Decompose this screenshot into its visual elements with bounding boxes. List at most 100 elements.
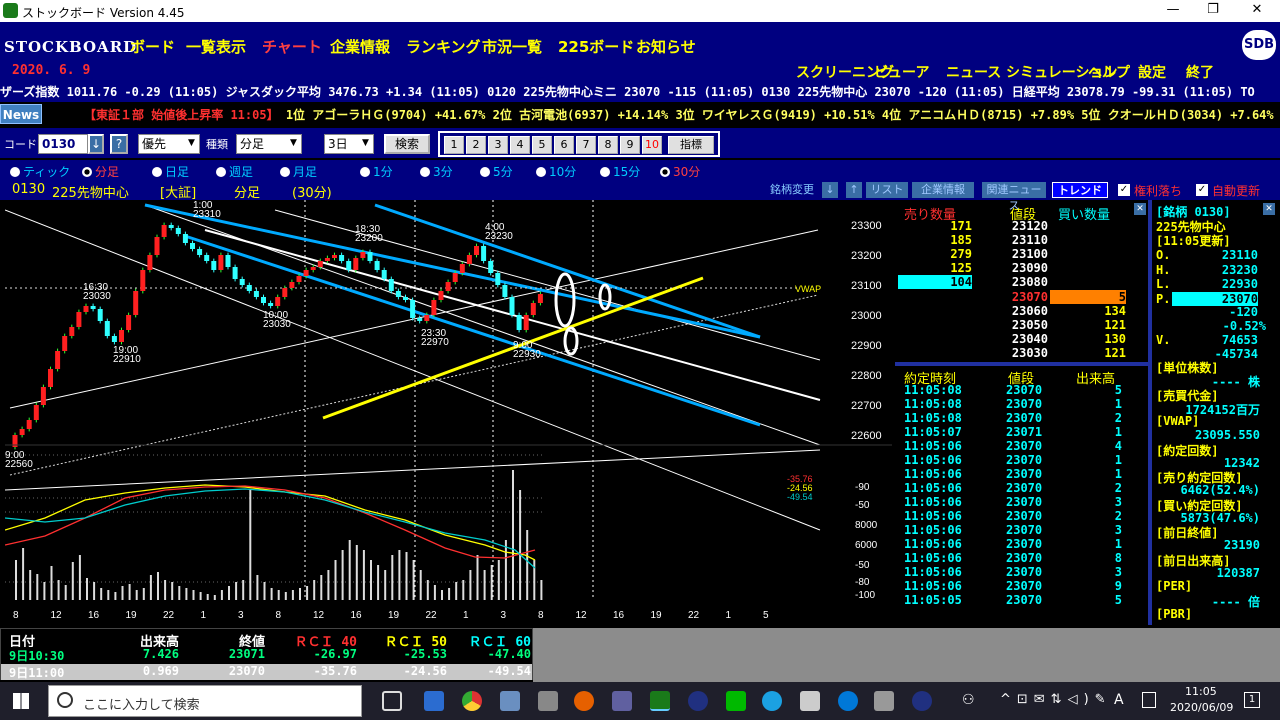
app-icon-1[interactable]	[500, 691, 520, 711]
radio-5[interactable]: 1分	[360, 163, 393, 180]
trade-volume: 1	[1114, 453, 1122, 467]
adjust-checkbox[interactable]: ✓	[1118, 184, 1130, 196]
auto-update-checkbox[interactable]: ✓	[1196, 184, 1208, 196]
menu-item-5[interactable]: 市況一覧	[482, 36, 542, 57]
stockboard-icon[interactable]	[650, 691, 670, 711]
radio-6[interactable]: 3分	[420, 163, 453, 180]
menu-item-1[interactable]: 一覧表示	[186, 36, 246, 57]
trade-price: 23070	[1006, 495, 1043, 509]
tool-button-6[interactable]: トレンド	[1052, 182, 1108, 198]
menu-item-6[interactable]: 225ボード	[558, 36, 634, 57]
candle-body	[111, 336, 117, 342]
news-button[interactable]: News	[0, 104, 42, 124]
submenu-item-6[interactable]: 終了	[1186, 62, 1214, 82]
menu-item-3[interactable]: 企業情報	[330, 36, 390, 57]
candle-body	[19, 429, 25, 435]
number-button-3[interactable]: 3	[488, 136, 508, 154]
task-view-icon[interactable]	[382, 691, 402, 711]
x-tick-label: 5	[763, 610, 769, 621]
number-button-8[interactable]: 8	[598, 136, 618, 154]
number-button-1[interactable]: 1	[444, 136, 464, 154]
line-icon[interactable]	[726, 691, 746, 711]
menu-item-4[interactable]: ランキング	[406, 36, 481, 57]
ie-icon[interactable]	[762, 691, 782, 711]
menu-item-2[interactable]: チャート	[262, 36, 322, 57]
code-help-button[interactable]: ?	[110, 134, 128, 154]
tool-button-4[interactable]: 企業情報	[912, 182, 974, 198]
radio-7[interactable]: 5分	[480, 163, 513, 180]
submenu-item-5[interactable]: 設定	[1138, 62, 1166, 82]
mail-icon[interactable]	[424, 691, 444, 711]
app-icon-7[interactable]	[912, 691, 932, 711]
tool-button-1[interactable]: ↓	[822, 182, 838, 198]
taskbar-search-box[interactable]: ここに入力して検索	[48, 685, 362, 717]
number-button-6[interactable]: 6	[554, 136, 574, 154]
app-icon-3[interactable]	[612, 691, 632, 711]
candle-body	[104, 321, 110, 336]
y-tick-label: 22600	[851, 430, 882, 442]
tool-button-5[interactable]: 関連ニュース	[982, 182, 1046, 212]
radio-10[interactable]: 30分	[660, 163, 700, 180]
order-book-close-icon[interactable]: ✕	[1134, 203, 1146, 215]
radio-1[interactable]: 分足	[82, 163, 119, 180]
radio-0[interactable]: ティック	[10, 163, 70, 180]
close-button[interactable]: ✕	[1234, 2, 1280, 20]
tray-icons[interactable]: ^⊡✉⇅◁)✎	[1000, 692, 1112, 707]
ask-qty: 104	[898, 275, 972, 290]
notification-icon[interactable]: 1	[1244, 692, 1260, 708]
edge-icon[interactable]	[838, 691, 858, 711]
code-dropdown-button[interactable]: ↓	[88, 134, 104, 154]
app-icon-2[interactable]	[538, 691, 558, 711]
firefox-icon[interactable]	[574, 691, 594, 711]
tool-button-2[interactable]: ↑	[846, 182, 862, 198]
volume-bar	[497, 560, 500, 600]
clock-time[interactable]: 11:05	[1185, 685, 1217, 698]
indicator-button[interactable]: 指標	[668, 136, 714, 154]
trade-volume: 2	[1114, 411, 1122, 425]
candle-body	[282, 288, 288, 297]
radio-4[interactable]: 月足	[280, 163, 317, 180]
radio-2[interactable]: 日足	[152, 163, 189, 180]
menu-item-7[interactable]: お知らせ	[636, 36, 696, 57]
windows-start-icon[interactable]	[13, 693, 29, 709]
candle-body	[410, 300, 416, 318]
number-button-7[interactable]: 7	[576, 136, 596, 154]
search-button[interactable]: 検索	[384, 134, 430, 154]
panel-divider	[895, 362, 1148, 366]
submenu-item-4[interactable]: ヘルプ	[1088, 62, 1130, 82]
ime-indicator[interactable]: A	[1114, 692, 1124, 708]
notepad-icon[interactable]	[1142, 692, 1156, 708]
radio-label: ティック	[23, 165, 71, 179]
app-icon-6[interactable]	[874, 691, 894, 711]
ohlc-value: 23110	[1221, 248, 1258, 262]
app-icon-4[interactable]	[688, 691, 708, 711]
number-button-9[interactable]: 9	[620, 136, 640, 154]
trade-price: 23070	[1006, 509, 1043, 523]
tool-button-3[interactable]: リスト	[866, 182, 908, 198]
candle-body	[225, 255, 231, 267]
app-icon-5[interactable]	[800, 691, 820, 711]
trade-time: 11:05:07	[904, 425, 962, 439]
number-button-4[interactable]: 4	[510, 136, 530, 154]
radio-8[interactable]: 10分	[536, 163, 576, 180]
radio-3[interactable]: 週足	[216, 163, 253, 180]
people-icon[interactable]: ⚇	[962, 692, 975, 708]
clock-date[interactable]: 2020/06/09	[1170, 701, 1233, 714]
menu-item-0[interactable]: ボード	[130, 36, 175, 57]
candle-body	[204, 255, 210, 261]
submenu-item-1[interactable]: ビューア	[874, 62, 929, 82]
submenu-item-2[interactable]: ニュース	[946, 62, 1001, 82]
code-input[interactable]: 0130	[38, 134, 88, 154]
radio-9[interactable]: 15分	[600, 163, 640, 180]
number-button-5[interactable]: 5	[532, 136, 552, 154]
number-button-10[interactable]: 10	[642, 136, 662, 154]
news-ranking: 1位 アゴーラＨＧ(9704) +41.67% 2位 古河電池(6937) +1…	[285, 108, 1274, 122]
number-button-2[interactable]: 2	[466, 136, 486, 154]
maximize-button[interactable]: ❐	[1190, 2, 1236, 20]
tool-button-0[interactable]: 銘柄変更	[764, 182, 820, 198]
candlestick-chart[interactable]: 9:00 22560 16:30 23030 19:00 22910 1:00 23310 10…	[4, 200, 892, 625]
radio-label: 10分	[549, 165, 577, 179]
detail-close-icon[interactable]: ✕	[1263, 203, 1275, 215]
chrome-icon[interactable]	[462, 691, 482, 711]
volume-bar	[192, 590, 195, 600]
